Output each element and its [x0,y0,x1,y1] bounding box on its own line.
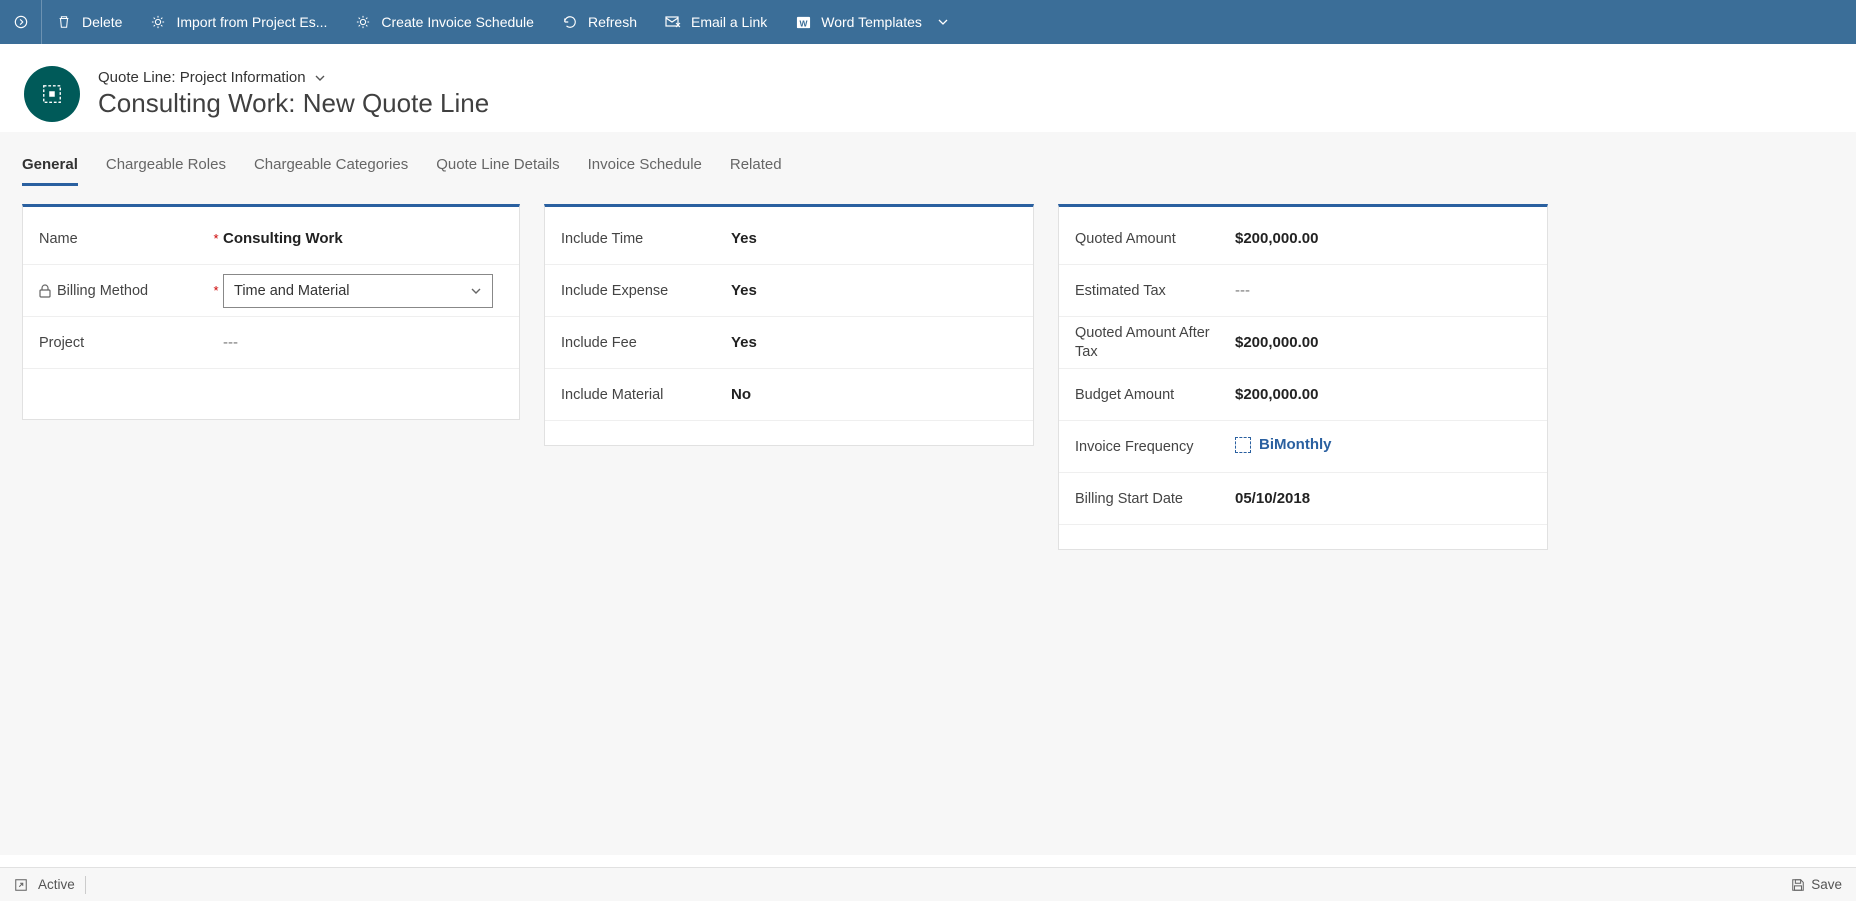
billing-method-select[interactable]: Time and Material [223,274,493,308]
entity-icon [41,83,63,105]
include-material-value: No [731,386,1017,403]
name-label: Name [39,231,209,247]
tab-quote-line-details[interactable]: Quote Line Details [436,150,559,186]
status-text: Active [38,877,75,892]
gear-icon [355,14,371,30]
word-templates-button[interactable]: W Word Templates [781,0,962,44]
required-mark: * [209,231,223,246]
required-mark: * [209,283,223,298]
divider [85,876,86,894]
quoted-after-tax-value: $200,000.00 [1235,334,1531,351]
chevron-down-icon [938,17,948,27]
page-title: Consulting Work: New Quote Line [98,88,489,119]
breadcrumb-label: Quote Line: Project Information [98,69,306,86]
field-quoted-amount[interactable]: Quoted Amount $200,000.00 [1059,213,1547,265]
delete-label: Delete [82,14,122,30]
billing-method-value: Time and Material [234,283,350,299]
field-include-fee[interactable]: Include Fee Yes [545,317,1033,369]
word-templates-label: Word Templates [821,14,922,30]
word-icon: W [795,14,811,30]
card-financials: Quoted Amount $200,000.00 Estimated Tax … [1058,204,1548,550]
name-value: Consulting Work [223,230,503,247]
refresh-icon [562,14,578,30]
field-billing-method: Billing Method * Time and Material [23,265,519,317]
svg-text:W: W [799,18,807,28]
billing-method-label: Billing Method [39,283,209,299]
card-basic-info: Name * Consulting Work Billing Method * … [22,204,520,420]
lock-icon [39,284,51,298]
tab-chargeable-roles[interactable]: Chargeable Roles [106,150,226,186]
chevron-down-icon [314,72,326,84]
expand-icon[interactable] [14,878,28,892]
field-billing-start-date[interactable]: Billing Start Date 05/10/2018 [1059,473,1547,525]
quoted-amount-value: $200,000.00 [1235,230,1531,247]
tab-invoice-schedule[interactable]: Invoice Schedule [588,150,702,186]
quoted-after-tax-label: Quoted Amount After Tax [1075,324,1235,362]
field-project[interactable]: Project --- [23,317,519,369]
record-header: Quote Line: Project Information Consulti… [0,44,1856,132]
field-estimated-tax[interactable]: Estimated Tax --- [1059,265,1547,317]
back-chevron-button[interactable] [0,0,42,44]
gear-icon [150,14,166,30]
include-time-label: Include Time [561,231,731,247]
tab-strip: General Chargeable Roles Chargeable Cate… [22,132,1834,186]
field-include-time[interactable]: Include Time Yes [545,213,1033,265]
email-link-button[interactable]: Email a Link [651,0,781,44]
estimated-tax-label: Estimated Tax [1075,283,1235,299]
estimated-tax-value: --- [1235,282,1531,299]
email-icon [665,14,681,30]
include-expense-value: Yes [731,282,1017,299]
invoice-frequency-lookup[interactable]: BiMonthly [1235,436,1332,453]
tab-chargeable-categories[interactable]: Chargeable Categories [254,150,408,186]
save-icon [1791,878,1805,892]
include-expense-label: Include Expense [561,283,731,299]
project-value: --- [223,334,503,351]
chevron-right-circle-icon [14,15,28,29]
tab-related[interactable]: Related [730,150,782,186]
status-bar: Active Save [0,867,1856,901]
delete-icon [56,14,72,30]
field-quoted-after-tax[interactable]: Quoted Amount After Tax $200,000.00 [1059,317,1547,369]
tab-general[interactable]: General [22,150,78,186]
field-name[interactable]: Name * Consulting Work [23,213,519,265]
include-fee-value: Yes [731,334,1017,351]
budget-amount-value: $200,000.00 [1235,386,1531,403]
project-label: Project [39,335,209,351]
create-invoice-schedule-button[interactable]: Create Invoice Schedule [341,0,548,44]
save-label: Save [1811,877,1842,892]
create-invoice-label: Create Invoice Schedule [381,14,534,30]
import-from-project-button[interactable]: Import from Project Es... [136,0,341,44]
refresh-label: Refresh [588,14,637,30]
breadcrumb[interactable]: Quote Line: Project Information [98,69,489,86]
include-fee-label: Include Fee [561,335,731,351]
quoted-amount-label: Quoted Amount [1075,231,1235,247]
include-time-value: Yes [731,230,1017,247]
card-includes: Include Time Yes Include Expense Yes Inc… [544,204,1034,446]
command-bar: Delete Import from Project Es... Create … [0,0,1856,44]
budget-amount-label: Budget Amount [1075,387,1235,403]
lookup-icon [1235,437,1251,453]
save-button[interactable]: Save [1791,877,1842,892]
import-label: Import from Project Es... [176,14,327,30]
field-include-material[interactable]: Include Material No [545,369,1033,421]
invoice-frequency-label: Invoice Frequency [1075,439,1235,455]
billing-start-date-value: 05/10/2018 [1235,490,1531,507]
billing-start-date-label: Billing Start Date [1075,491,1235,507]
entity-avatar [24,66,80,122]
invoice-frequency-value: BiMonthly [1259,436,1332,453]
field-budget-amount[interactable]: Budget Amount $200,000.00 [1059,369,1547,421]
content-area: General Chargeable Roles Chargeable Cate… [0,132,1856,855]
delete-button[interactable]: Delete [42,0,136,44]
refresh-button[interactable]: Refresh [548,0,651,44]
field-include-expense[interactable]: Include Expense Yes [545,265,1033,317]
field-invoice-frequency[interactable]: Invoice Frequency BiMonthly [1059,421,1547,473]
include-material-label: Include Material [561,387,731,403]
email-link-label: Email a Link [691,14,767,30]
chevron-down-icon [470,285,482,297]
